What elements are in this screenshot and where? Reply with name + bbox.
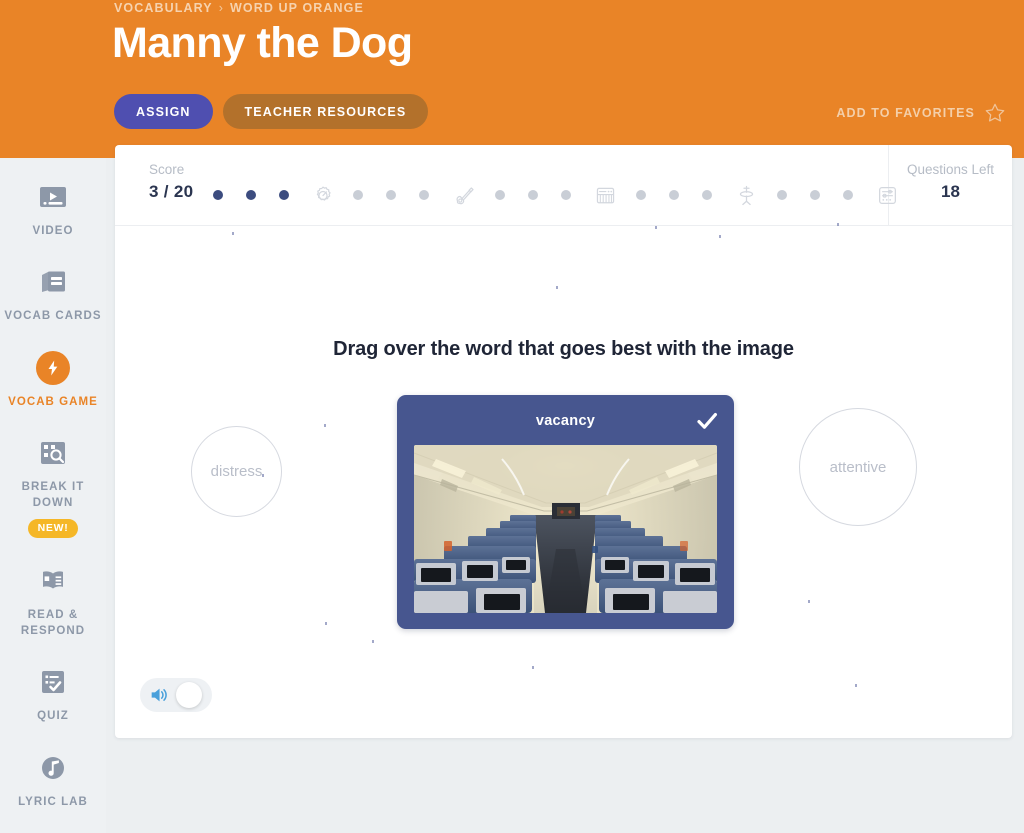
sidebar-item-video[interactable]: VIDEO: [0, 180, 106, 239]
progress-dot: [669, 190, 679, 200]
sidebar-item-label: VIDEO: [32, 225, 74, 237]
star-icon: [985, 103, 1005, 122]
progress-dot: [777, 190, 787, 200]
sidebar-item-quiz[interactable]: QUIZ: [0, 665, 106, 724]
sidebar-item-label: QUIZ: [37, 710, 69, 723]
progress-dot: [636, 190, 646, 200]
magnify-grid-icon: [41, 441, 65, 464]
bolt-icon: [36, 350, 70, 385]
sidebar-item-vocab-game[interactable]: VOCAB GAME: [0, 350, 106, 410]
sidebar-item-vocab-cards[interactable]: VOCAB CARDS: [0, 265, 106, 324]
progress-dot: [353, 190, 363, 200]
option-label: attentive: [829, 458, 887, 476]
page-header: VOCABULARY › WORD UP ORANGE Manny the Dog …: [0, 0, 1024, 158]
page-title: Manny the Dog: [112, 19, 413, 67]
score-value: 3 / 20: [149, 182, 194, 201]
particle: [837, 223, 839, 226]
questions-left-value: 18: [941, 182, 960, 201]
sidebar-item-label: BREAK IT DOWN: [21, 480, 85, 510]
add-to-favorites-label: ADD TO FAVORITES: [836, 106, 975, 120]
music-note-icon: [42, 756, 64, 779]
particle: [372, 640, 374, 643]
progress-dot: [386, 190, 396, 200]
mouse-pointer-cursor: [712, 558, 717, 613]
sidebar-item-lyric-lab[interactable]: LYRIC LAB: [0, 751, 106, 810]
progress-dot: [528, 190, 538, 200]
stopwatch-badge-icon: [316, 186, 331, 201]
sidebar-item-label: VOCAB GAME: [8, 395, 98, 408]
score-section: Score 3 / 20: [115, 145, 896, 225]
sidebar-item-read-and-respond[interactable]: READ & RESPOND: [0, 564, 106, 640]
sidebar-item-label: LYRIC LAB: [18, 795, 88, 808]
option-label: distress: [210, 463, 263, 480]
progress-dot: [561, 190, 571, 200]
word-card-label: vacancy: [535, 413, 596, 429]
score-label: Score: [149, 162, 185, 177]
sidebar-item-label: READ & RESPOND: [20, 608, 86, 637]
progress-dot: [810, 190, 820, 200]
breadcrumb-root[interactable]: VOCABULARY: [114, 1, 213, 15]
progress-dot: [279, 190, 289, 200]
progress-dot: [843, 190, 853, 200]
new-badge: NEW!: [27, 518, 79, 538]
cymbal-badge-icon: [739, 185, 754, 205]
main-sidebar: VIDEO VOCAB CARDS VOCAB GAME BREAK IT DO…: [0, 158, 106, 833]
game-content-panel: Score 3 / 20 Questions Left 18 Drag over…: [115, 145, 1012, 738]
vocab-game-page: VOCABULARY › WORD UP ORANGE Manny the Dog …: [0, 0, 1024, 833]
progress-dot: [246, 190, 256, 200]
sound-toggle[interactable]: [140, 678, 212, 712]
speaker-icon: [151, 688, 167, 702]
particle: [232, 232, 234, 235]
progress-track: [213, 183, 918, 207]
assign-button[interactable]: ASSIGN: [114, 94, 213, 129]
sidebar-item-label: VOCAB CARDS: [4, 310, 102, 323]
toggle-knob[interactable]: [176, 682, 202, 708]
game-area: Drag over the word that goes best with t…: [115, 223, 1012, 738]
progress-dot: [702, 190, 712, 200]
video-icon: [40, 187, 66, 207]
sidebar-item-break-it-down[interactable]: BREAK IT DOWN NEW!: [0, 436, 106, 538]
particle: [808, 600, 810, 603]
progress-dot: [213, 190, 223, 200]
teacher-resources-button[interactable]: TEACHER RESOURCES: [222, 94, 429, 129]
particle: [532, 666, 534, 669]
option-distress[interactable]: distress: [191, 426, 282, 517]
particle: [655, 226, 657, 229]
option-attentive[interactable]: attentive: [799, 408, 917, 526]
header-actions: ASSIGN TEACHER RESOURCES: [114, 94, 429, 129]
word-card[interactable]: vacancy: [397, 395, 734, 629]
add-to-favorites-button[interactable]: ADD TO FAVORITES: [836, 102, 1006, 124]
progress-dot: [419, 190, 429, 200]
particle: [325, 622, 327, 625]
open-book-icon: [43, 571, 63, 589]
check-icon: [697, 413, 717, 429]
questions-left-label: Questions Left: [906, 162, 995, 177]
score-bar: Score 3 / 20 Questions Left 18: [115, 145, 1012, 226]
particle: [855, 684, 857, 687]
particle: [556, 286, 558, 289]
keyboard-badge-icon: [596, 187, 615, 203]
breadcrumb-current[interactable]: WORD UP ORANGE: [230, 1, 364, 15]
questions-left-section: Questions Left 18: [889, 145, 1012, 225]
card-image: [414, 445, 717, 613]
progress-dot: [495, 190, 505, 200]
guitar-badge-icon: [456, 187, 474, 205]
game-prompt: Drag over the word that goes best with t…: [333, 338, 794, 360]
breadcrumb: VOCABULARY › WORD UP ORANGE: [114, 1, 364, 15]
particle: [719, 235, 721, 238]
cards-icon: [42, 271, 65, 293]
particle: [324, 424, 326, 427]
breadcrumb-separator-icon: ›: [218, 1, 224, 15]
checklist-icon: [42, 671, 64, 694]
